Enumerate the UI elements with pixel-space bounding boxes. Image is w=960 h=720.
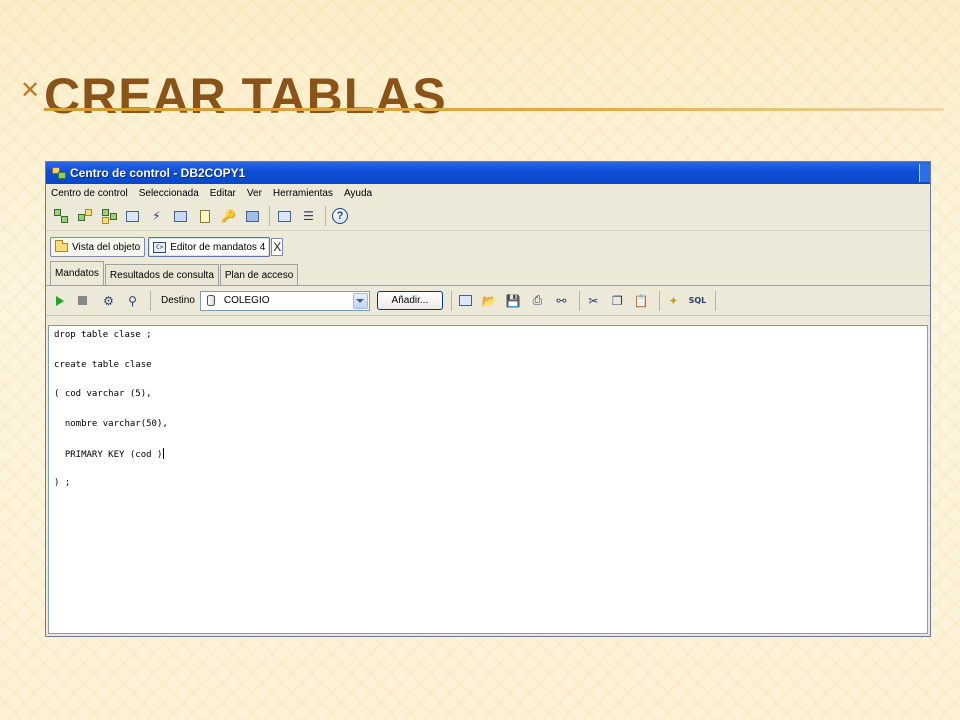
tab-resultados-de-consulta[interactable]: Resultados de consulta [104,264,219,285]
main-toolbar: ⚡ 🔑 ☰ ? [46,202,930,231]
close-tab-icon[interactable]: X [271,238,284,256]
code-line: ) ; [54,477,71,488]
toolbar-separator [269,206,270,226]
menu-centro-de-control[interactable]: Centro de control [51,188,128,199]
code-line: ( cod varchar (5), [54,389,152,399]
save-icon[interactable]: 💾 [506,293,521,308]
text-caret [163,448,165,459]
menu-ayuda[interactable]: Ayuda [344,188,372,199]
title-marker-icon: ✕ [20,76,41,104]
code-line: nombre varchar(50), [54,418,168,429]
menu-seleccionada[interactable]: Seleccionada [139,188,199,199]
editor-sub-tabs: Mandatos Resultados de consulta Plan de … [46,259,930,286]
toolbar-separator [450,290,452,311]
folder-icon [55,239,68,252]
explain-icon[interactable]: ⚙ [101,293,116,308]
menu-editar[interactable]: Editar [210,188,236,199]
editor-toolbar: ⚙ ⚲ Destino COLEGIO Añadir... 📂 💾 ⎙ ⚯ ✂ … [46,286,930,316]
database-icon [206,295,215,306]
control-center-window: Centro de control - DB2COPY1 Centro de c… [45,161,931,637]
window-control-button[interactable] [919,164,930,182]
menu-ver[interactable]: Ver [247,188,262,199]
find-icon[interactable]: ⚯ [554,293,569,308]
toolbar-separator [150,290,151,311]
target-value: COLEGIO [223,295,270,306]
task-center-icon[interactable] [172,208,189,225]
destino-label: Destino [161,295,195,306]
document-tabs: Vista del objeto C> Editor de mandatos 4… [46,231,930,259]
toolbar-separator [325,206,326,226]
title-rule [44,108,944,111]
tab-label: Vista del objeto [72,241,141,253]
settings-icon[interactable] [276,208,293,225]
copy-icon[interactable]: ❐ [610,293,625,308]
open-icon[interactable]: 📂 [482,293,497,308]
target-database-select[interactable]: COLEGIO [199,290,370,311]
menu-herramientas[interactable]: Herramientas [273,188,333,199]
sql-editor[interactable]: drop table clase ; create table clase ( … [48,325,928,634]
tab-vista-del-objeto[interactable]: Vista del objeto [50,237,146,257]
toolbar-separator [658,290,660,311]
journal-icon[interactable] [196,208,213,225]
tab-mandatos[interactable]: Mandatos [50,261,104,285]
cut-icon[interactable]: ✂ [586,293,601,308]
sql-assist-icon[interactable]: SQL [689,293,707,308]
code-line-with-caret: PRIMARY KEY (cod ) [54,448,927,478]
run-icon[interactable] [56,295,64,306]
print-icon[interactable]: ⎙ [530,293,545,308]
add-button[interactable]: Añadir... [376,291,443,310]
replication-icon[interactable]: ⚡ [148,208,165,225]
list-icon[interactable]: ☰ [300,208,317,225]
menu-bar: Centro de control Seleccionada Editar Ve… [46,184,930,202]
options-icon[interactable]: ✦ [666,293,681,308]
add-object-icon[interactable] [76,208,93,225]
toolbar-separator [578,290,580,311]
paste-icon[interactable]: 📋 [634,293,649,308]
tab-plan-de-acceso[interactable]: Plan de acceso [219,264,299,285]
chevron-down-icon[interactable] [352,292,368,309]
window-titlebar[interactable]: Centro de control - DB2COPY1 [46,162,930,184]
object-tree-icon[interactable] [52,208,69,225]
app-icon [52,167,66,179]
command-editor-icon[interactable] [124,208,141,225]
network-icon[interactable] [100,208,117,225]
tab-editor-de-mandatos[interactable]: C> Editor de mandatos 4 [148,237,271,257]
license-icon[interactable]: 🔑 [220,208,237,225]
code-line: drop table clase ; [54,330,152,340]
help-icon[interactable]: ? [332,208,348,224]
stop-icon[interactable] [78,296,87,305]
access-plan-icon[interactable]: ⚲ [125,293,140,308]
toolbar-separator [714,290,716,311]
window-title: Centro de control - DB2COPY1 [70,166,246,180]
code-line-text: PRIMARY KEY (cod ) [54,450,163,460]
command-icon[interactable] [458,293,473,308]
tab-label: Editor de mandatos 4 [170,241,266,253]
slide-title: Crear tablas [44,68,447,124]
command-editor-icon: C> [153,241,167,253]
monitor-icon[interactable] [244,208,261,225]
code-line: create table clase [54,359,152,370]
